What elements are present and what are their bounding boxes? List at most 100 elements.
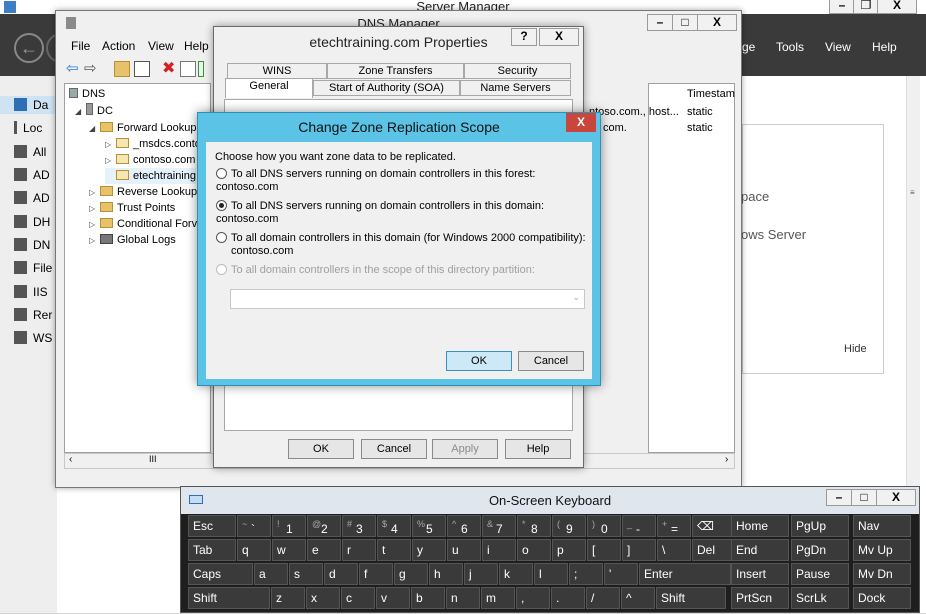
sidebar-item-iis[interactable]: IIS — [14, 283, 57, 301]
properties-help-button[interactable]: Help — [505, 439, 571, 459]
key-mv-up[interactable]: Mv Up — [853, 539, 911, 561]
record-row-2[interactable]: com. static — [589, 122, 713, 134]
tree-node-dc[interactable]: ◢ DC — [75, 103, 113, 119]
tree-node-etechtraining[interactable]: etechtraining — [105, 168, 196, 184]
key-r2-5[interactable]: t — [377, 539, 411, 561]
key-r3-10[interactable]: ; — [569, 563, 603, 585]
key-r3-5[interactable]: g — [394, 563, 428, 585]
tab-security[interactable]: Security — [464, 63, 571, 79]
refresh-icon[interactable] — [198, 61, 204, 77]
scroll-thumb-grip[interactable]: III — [149, 454, 157, 464]
tree-node-forward-lookup[interactable]: ◢ Forward Lookup — [89, 120, 197, 136]
key-pgup[interactable]: PgUp — [791, 515, 849, 537]
radio-button[interactable] — [216, 232, 227, 243]
osk-minimize-button[interactable]: – — [826, 489, 852, 506]
dns-minimize-button[interactable]: – — [647, 14, 673, 31]
osk-maximize-button[interactable]: □ — [851, 489, 877, 506]
sidebar-item-all[interactable]: All — [14, 143, 57, 161]
key-r1-6[interactable]: % 5 — [412, 515, 446, 537]
key-r4-8[interactable]: , — [516, 587, 550, 609]
properties-cancel-button[interactable]: Cancel — [361, 439, 427, 459]
key-r2-7[interactable]: u — [447, 539, 481, 561]
key-r4-6[interactable]: n — [446, 587, 480, 609]
tree-node-dns[interactable]: DNS — [69, 86, 105, 102]
scroll-right-icon[interactable]: › — [725, 454, 728, 465]
back-arrow-icon[interactable]: ← — [14, 33, 44, 63]
key-r2-1[interactable]: q — [237, 539, 271, 561]
key-r4-5[interactable]: b — [411, 587, 445, 609]
key-r3-6[interactable]: h — [429, 563, 463, 585]
partition-combobox[interactable]: ⌄ — [230, 289, 585, 309]
key-r2-6[interactable]: y — [412, 539, 446, 561]
key-pgdn[interactable]: PgDn — [791, 539, 849, 561]
key-r3-11[interactable]: ' — [604, 563, 638, 585]
key-r4-4[interactable]: v — [376, 587, 410, 609]
key-r2-9[interactable]: o — [517, 539, 551, 561]
sm-close-button[interactable]: X — [877, 0, 917, 14]
key-tab[interactable]: Tab — [188, 539, 236, 561]
key-r4-2[interactable]: x — [306, 587, 340, 609]
tab-wins[interactable]: WINS — [227, 63, 327, 79]
key-r4-1[interactable]: z — [271, 587, 305, 609]
key-r4-9[interactable]: . — [551, 587, 585, 609]
key-r3-1[interactable]: a — [254, 563, 288, 585]
radio-button[interactable] — [216, 168, 227, 179]
key-shift-right[interactable]: Shift — [656, 587, 726, 609]
key-r1-2[interactable]: ! 1 — [272, 515, 306, 537]
dns-close-button[interactable]: X — [697, 14, 737, 31]
sm-menu-manage[interactable]: ge — [742, 40, 755, 54]
sm-restore-button[interactable]: ❐ — [853, 0, 879, 14]
key-caps[interactable]: Caps — [188, 563, 253, 585]
menu-view[interactable]: View — [148, 39, 174, 53]
key-r1-9[interactable]: * 8 — [517, 515, 551, 537]
menu-help[interactable]: Help — [184, 39, 209, 53]
sidebar-item-remote[interactable]: Rer — [14, 306, 57, 324]
show-hide-tree-icon[interactable] — [134, 61, 150, 77]
menu-file[interactable]: File — [71, 39, 90, 53]
key-r2-13[interactable]: \ — [657, 539, 691, 561]
key-r4-7[interactable]: m — [481, 587, 515, 609]
key-r3-4[interactable]: f — [359, 563, 393, 585]
key-home[interactable]: Home — [731, 515, 789, 537]
scroll-left-icon[interactable]: ‹ — [69, 454, 72, 465]
radio-domain-dns[interactable]: To all DNS servers running on domain con… — [216, 200, 592, 226]
key-r3-9[interactable]: l — [534, 563, 568, 585]
forward-arrow-icon[interactable]: ⇨ — [84, 61, 100, 77]
key-r2-8[interactable]: i — [482, 539, 516, 561]
key-r1-7[interactable]: ^ 6 — [447, 515, 481, 537]
sidebar-item-dashboard[interactable]: Da — [0, 96, 57, 114]
key-end[interactable]: End — [731, 539, 789, 561]
key-r1-5[interactable]: $4 — [377, 515, 411, 537]
sidebar-item-dns[interactable]: DN — [14, 236, 57, 254]
radio-domain-dc[interactable]: To all domain controllers in this domain… — [216, 232, 586, 258]
radio-forest[interactable]: To all DNS servers running on domain con… — [216, 168, 592, 194]
properties-ok-button[interactable]: OK — [288, 439, 354, 459]
key-prtscn[interactable]: PrtScn — [731, 587, 789, 609]
tab-zone-transfers[interactable]: Zone Transfers — [327, 63, 464, 79]
czr-cancel-button[interactable]: Cancel — [518, 351, 584, 371]
key-r1-8[interactable]: & 7 — [482, 515, 516, 537]
key-shift-left[interactable]: Shift — [188, 587, 270, 609]
key-r1-12[interactable]: _ - — [622, 515, 656, 537]
sm-minimize-button[interactable]: – — [829, 0, 855, 14]
key-enter[interactable]: Enter — [639, 563, 731, 585]
key-esc[interactable]: Esc — [188, 515, 236, 537]
key-insert[interactable]: Insert — [731, 563, 789, 585]
key-r4-10[interactable]: / — [586, 587, 620, 609]
key-scrlk[interactable]: ScrLk — [791, 587, 849, 609]
tree-node-conditional[interactable]: ▷ Conditional Forv — [89, 216, 197, 232]
key-r2-3[interactable]: e — [307, 539, 341, 561]
key-nav[interactable]: Nav — [853, 515, 911, 537]
sm-menu-tools[interactable]: Tools — [776, 40, 804, 54]
sidebar-item-adds[interactable]: AD — [14, 189, 57, 207]
key-r2-2[interactable]: w — [272, 539, 306, 561]
czr-ok-button[interactable]: OK — [446, 351, 512, 371]
hide-link[interactable]: Hide — [844, 343, 867, 355]
czr-close-button[interactable]: X — [566, 113, 596, 132]
sidebar-item-local[interactable]: Loc — [14, 119, 57, 137]
key-r3-2[interactable]: s — [289, 563, 323, 585]
tab-general[interactable]: General — [225, 78, 313, 98]
menu-action[interactable]: Action — [102, 39, 135, 53]
radio-button-selected[interactable] — [216, 200, 227, 211]
tree-node-contoso[interactable]: ▷ contoso.com — [105, 152, 195, 168]
